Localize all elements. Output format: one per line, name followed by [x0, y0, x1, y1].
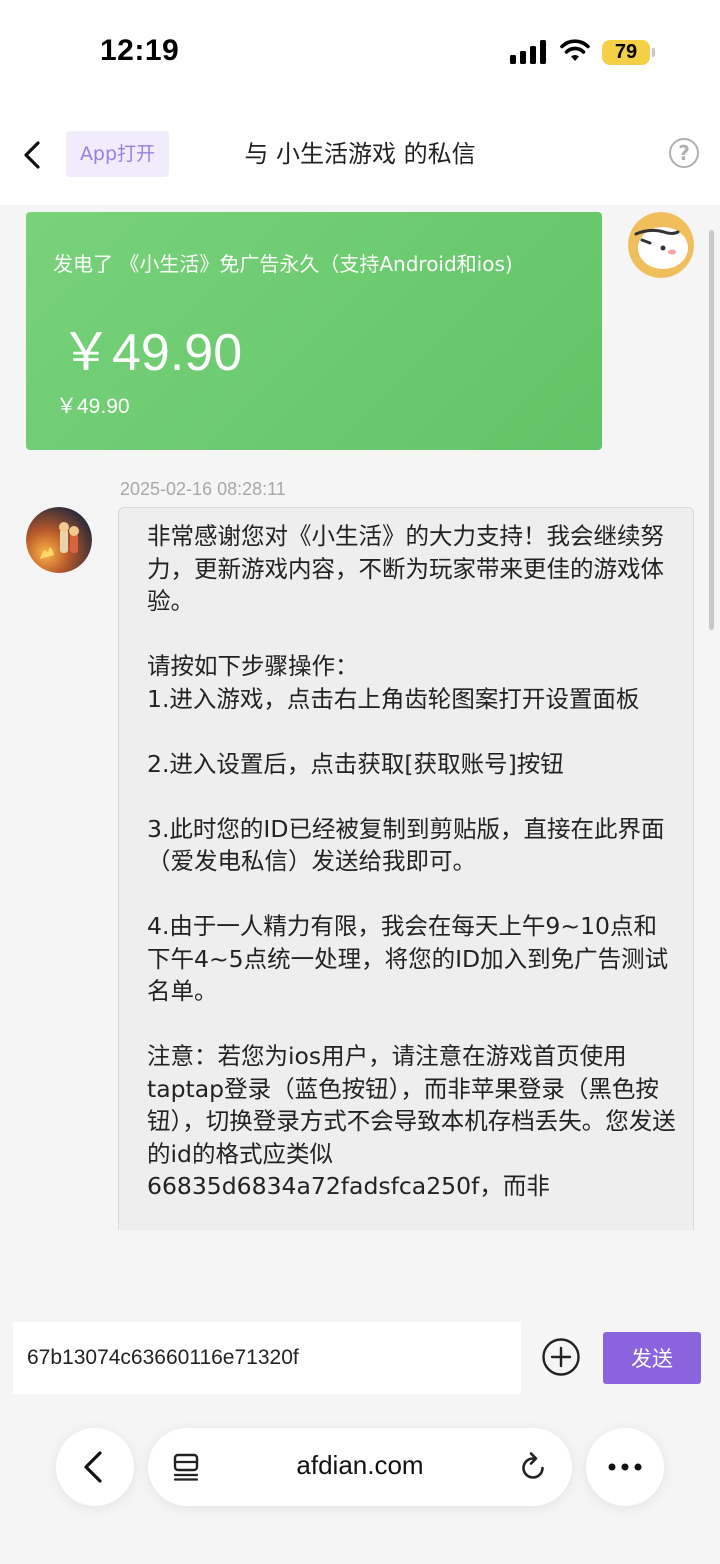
order-sub-price: ￥49.90	[56, 395, 130, 418]
composer: 发送 afdian.com	[0, 1230, 720, 1564]
avatar[interactable]	[26, 507, 92, 573]
plus-circle-icon[interactable]	[541, 1337, 581, 1377]
more-icon	[608, 1463, 642, 1471]
order-title: 发电了 《小生活》免广告永久（支持Android和ios)	[53, 252, 513, 276]
browser-back-button[interactable]	[56, 1428, 134, 1506]
message-timestamp: 2025-02-16 08:28:11	[120, 479, 286, 499]
message-text: 非常感谢您对《小生活》的大力支持！我会继续努力，更新游戏内容，不断为玩家带来更佳…	[147, 522, 676, 1200]
reload-icon[interactable]	[518, 1450, 548, 1482]
battery-cap	[652, 48, 655, 57]
order-card[interactable]: 发电了 《小生活》免广告永久（支持Android和ios) ￥49.90 ￥49…	[26, 212, 602, 450]
avatar-cartoon-icon	[628, 212, 694, 278]
send-button[interactable]: 发送	[603, 1332, 701, 1384]
chat-scrollbar[interactable]	[709, 230, 714, 630]
message-bubble[interactable]: 非常感谢您对《小生活》的大力支持！我会继续努力，更新游戏内容，不断为玩家带来更佳…	[118, 507, 694, 1230]
chat-header: App打开 与 小生活游戏 的私信 ?	[0, 105, 720, 205]
chat-area[interactable]: 发电了 《小生活》免广告永久（支持Android和ios) ￥49.90 ￥49…	[0, 205, 720, 1230]
avatar-campfire-icon	[26, 507, 92, 573]
back-chevron-icon[interactable]	[18, 137, 50, 173]
url-text: afdian.com	[296, 1450, 424, 1480]
help-circle-icon[interactable]: ?	[669, 138, 699, 168]
message-input[interactable]	[13, 1322, 521, 1394]
status-bar: 12:19 79	[0, 0, 720, 100]
browser-toolbar: afdian.com	[0, 1428, 720, 1512]
signal-icon	[510, 40, 548, 64]
address-bar[interactable]: afdian.com	[148, 1428, 572, 1506]
status-time: 12:19	[100, 34, 180, 67]
wifi-icon	[560, 39, 590, 61]
battery-indicator: 79	[602, 40, 650, 65]
page-title: 与 小生活游戏 的私信	[244, 140, 476, 168]
avatar[interactable]	[628, 212, 694, 278]
back-chevron-icon	[84, 1451, 102, 1483]
open-in-app-button[interactable]: App打开	[66, 131, 169, 177]
more-button[interactable]	[586, 1428, 664, 1506]
order-price: ￥49.90	[60, 324, 243, 382]
